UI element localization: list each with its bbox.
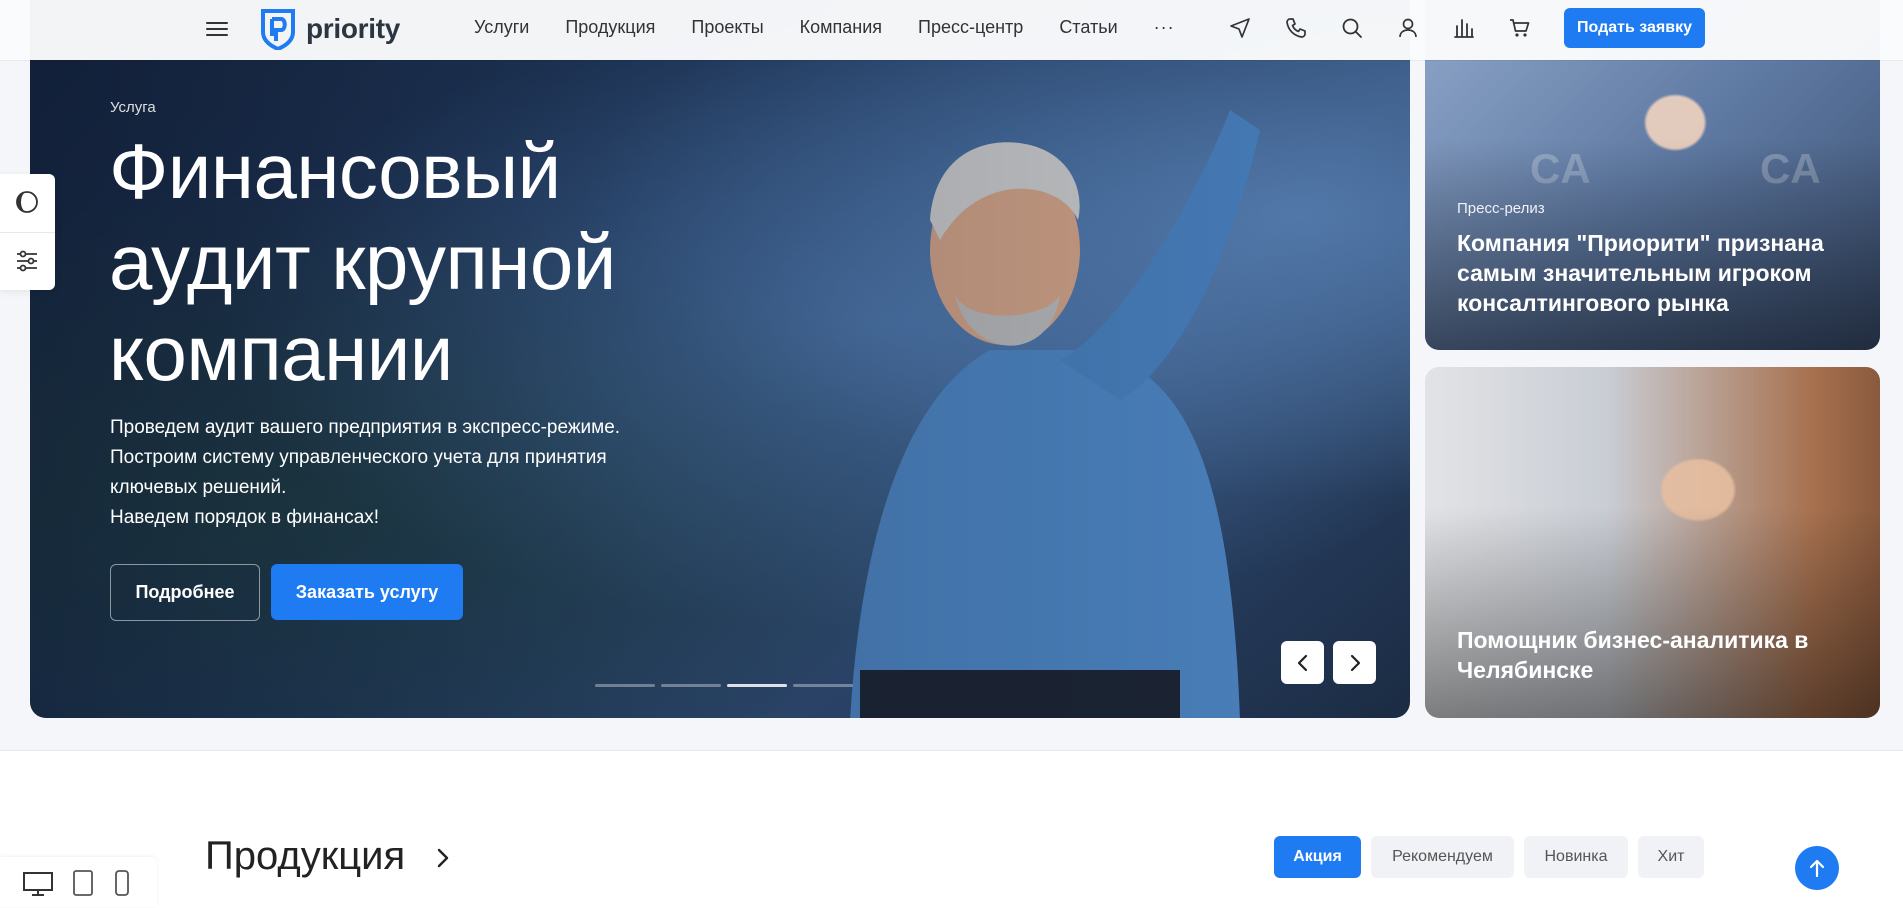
compare-chart-icon[interactable] — [1452, 16, 1476, 40]
logo[interactable]: priority — [259, 8, 400, 50]
nav-press-center[interactable]: Пресс-центр — [918, 17, 1023, 38]
tablet-icon[interactable] — [72, 869, 94, 897]
order-service-button[interactable]: Заказать услугу — [271, 564, 463, 620]
logo-mark-icon — [261, 9, 295, 50]
slider-dot[interactable] — [661, 684, 721, 687]
slider-next-button[interactable] — [1333, 641, 1376, 684]
hero-desc-line: ключевых решений. — [110, 477, 287, 498]
chevron-right-icon[interactable] — [433, 846, 453, 870]
hero-tag: Услуга — [110, 99, 156, 116]
slider-dots — [595, 684, 859, 687]
news-card-analyst[interactable]: Помощник бизнес-аналитика в Челябинске — [1425, 367, 1880, 718]
section-title[interactable]: Продукция — [205, 834, 405, 879]
hero-desc-line: Наведем порядок в финансах! — [110, 507, 380, 528]
site-header: priority Услуги Продукция Проекты Компан… — [0, 0, 1903, 60]
filter-tab-sale[interactable]: Акция — [1274, 836, 1361, 878]
mobile-icon[interactable] — [114, 869, 130, 897]
hero-slider: Услуга Финансовый аудит крупной компании… — [30, 0, 1410, 718]
filter-tab-new[interactable]: Новинка — [1524, 836, 1628, 878]
hero-title: Финансовый аудит крупной компании — [109, 126, 729, 399]
hero-title-line: компании — [109, 309, 453, 397]
hero-desc-line: Построим систему управленческого учета д… — [110, 447, 607, 468]
slider-dot[interactable] — [595, 684, 655, 687]
user-icon[interactable] — [1396, 16, 1420, 40]
card-title: Компания "Приорити" признана самым значи… — [1457, 230, 1824, 316]
filter-tab-hit[interactable]: Хит — [1638, 836, 1704, 878]
cart-icon[interactable] — [1508, 16, 1532, 40]
slider-dot[interactable] — [793, 684, 853, 687]
search-icon[interactable] — [1340, 16, 1364, 40]
slider-dot-active[interactable] — [727, 684, 787, 687]
filter-tab-recommended[interactable]: Рекомендуем — [1371, 836, 1514, 878]
hero-description: Проведем аудит вашего предприятия в эксп… — [110, 413, 730, 533]
settings-sliders-icon[interactable] — [14, 248, 40, 274]
chevron-left-icon — [1297, 654, 1307, 671]
nav-more-button[interactable]: ··· — [1154, 17, 1175, 38]
nav-services[interactable]: Услуги — [474, 17, 529, 38]
logo-text: priority — [306, 13, 401, 44]
card-tag: Пресс-релиз — [1457, 200, 1545, 217]
arrow-up-icon — [1809, 859, 1825, 878]
chevron-right-icon — [1350, 654, 1360, 671]
menu-icon[interactable] — [206, 18, 228, 40]
theme-toggle-icon[interactable] — [14, 189, 40, 215]
main-nav: Услуги Продукция Проекты Компания Пресс-… — [474, 0, 1175, 55]
hero-title-line: аудит крупной — [109, 218, 616, 306]
phone-icon[interactable] — [1284, 16, 1308, 40]
card-title: Помощник бизнес-аналитика в Челябинске — [1457, 627, 1809, 683]
more-button[interactable]: Подробнее — [110, 564, 260, 621]
nav-products[interactable]: Продукция — [565, 17, 655, 38]
hero-desc-line: Проведем аудит вашего предприятия в эксп… — [110, 417, 621, 438]
nav-company[interactable]: Компания — [800, 17, 882, 38]
send-icon[interactable] — [1228, 16, 1252, 40]
side-tools-panel — [0, 174, 55, 290]
device-switcher — [0, 857, 157, 907]
nav-projects[interactable]: Проекты — [691, 17, 763, 38]
scroll-to-top-button[interactable] — [1795, 846, 1839, 890]
hero-title-line: Финансовый — [109, 127, 561, 215]
products-section: Продукция Акция Рекомендуем Новинка Хит — [0, 750, 1903, 908]
desktop-icon[interactable] — [22, 871, 54, 897]
apply-button[interactable]: Подать заявку — [1564, 8, 1705, 48]
nav-articles[interactable]: Статьи — [1059, 17, 1117, 38]
slider-prev-button[interactable] — [1281, 641, 1324, 684]
